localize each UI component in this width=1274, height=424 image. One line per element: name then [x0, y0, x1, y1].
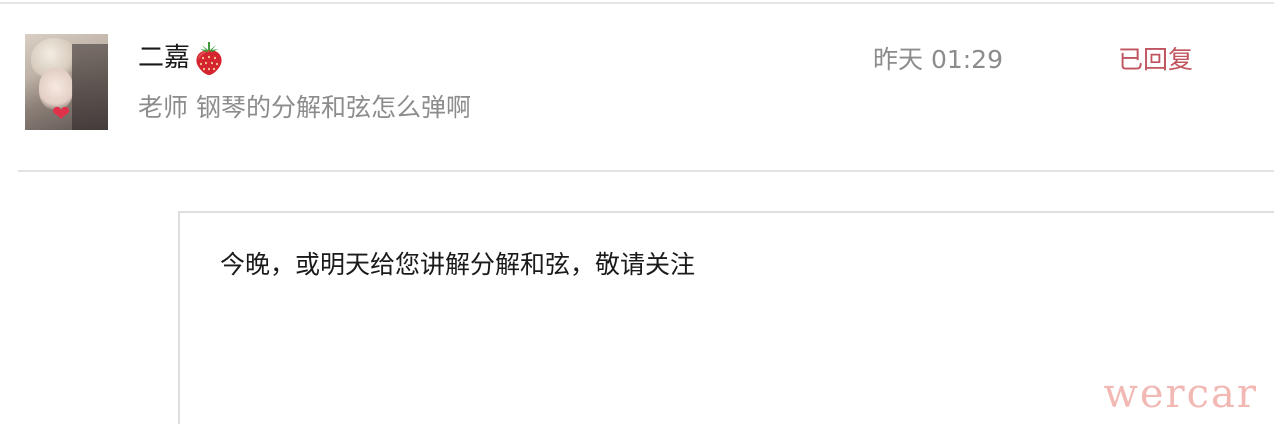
message-item[interactable]: ❤ 二嘉 老师 钢琴的分解和弦怎么弹啊 昨天 01:29 已回复: [0, 4, 1274, 170]
username-line: 二嘉: [138, 38, 226, 78]
avatar[interactable]: ❤: [25, 34, 108, 130]
avatar-background: [72, 44, 108, 130]
reply-text: 今晚，或明天给您讲解分解和弦，敬请关注: [220, 250, 696, 279]
message-timestamp: 昨天 01:29: [873, 45, 1003, 74]
watermark: wercar: [1103, 371, 1258, 417]
strawberry-icon: [196, 41, 222, 75]
reply-status-label[interactable]: 已回复: [1118, 40, 1193, 80]
heart-icon: ❤: [52, 102, 71, 127]
comment-panel: ❤ 二嘉 老师 钢琴的分解和弦怎么弹啊 昨天 01:29 已回复 今晚，或明天给…: [0, 0, 1274, 424]
section-divider: [18, 170, 1274, 172]
message-preview: 老师 钢琴的分解和弦怎么弹啊: [138, 93, 471, 122]
username[interactable]: 二嘉: [138, 43, 190, 73]
